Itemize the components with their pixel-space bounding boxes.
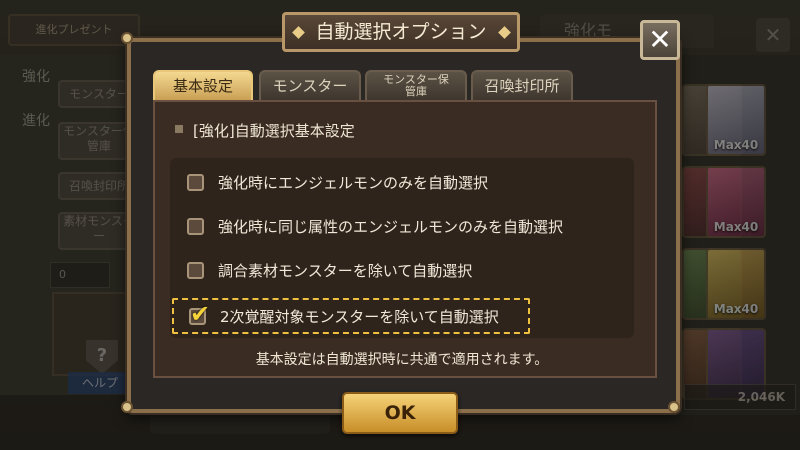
option-exclude-fusion-material[interactable]: 調合素材モンスターを除いて自動選択: [183, 253, 472, 287]
bullet-icon: [175, 125, 183, 133]
option-exclude-second-awakening[interactable]: ✔ 2次覚醒対象モンスターを除いて自動選択: [172, 298, 530, 334]
tab-label: モンスター保管庫: [383, 73, 449, 98]
option-label: 強化時に同じ属性のエンジェルモンのみを自動選択: [218, 217, 564, 236]
tab-summon-seal[interactable]: 召喚封印所: [471, 70, 573, 100]
option-label: 2次覚醒対象モンスターを除いて自動選択: [220, 307, 499, 326]
tab-monster[interactable]: モンスター: [259, 70, 361, 100]
tab-label: 基本設定: [172, 77, 233, 95]
corner-ornament: [121, 32, 133, 44]
checkbox[interactable]: [187, 173, 204, 191]
checkbox[interactable]: [187, 217, 204, 235]
dialog-title: 自動選択オプション: [282, 12, 520, 52]
tab-basic-settings[interactable]: 基本設定: [153, 70, 253, 100]
corner-ornament: [121, 401, 133, 413]
close-button[interactable]: ✕: [640, 20, 680, 60]
footnote: 基本設定は自動選択時に共通で適用されます。: [255, 352, 549, 368]
tab-label: モンスター: [272, 77, 348, 95]
tab-monster-storage[interactable]: モンスター保管庫: [365, 70, 467, 100]
checkbox-checked[interactable]: ✔: [189, 302, 210, 326]
checkmark-icon: ✔: [190, 299, 211, 328]
section-header: [強化]自動選択基本設定: [193, 122, 355, 140]
tab-label: 召喚封印所: [484, 77, 560, 95]
option-label: 強化時にエンジェルモンのみを自動選択: [218, 173, 489, 192]
option-label: 調合素材モンスターを除いて自動選択: [218, 261, 473, 280]
ok-button[interactable]: OK: [342, 392, 458, 434]
corner-ornament: [668, 401, 680, 413]
option-same-attribute-angelmon[interactable]: 強化時に同じ属性のエンジェルモンのみを自動選択: [183, 209, 563, 243]
option-angelmon-only[interactable]: 強化時にエンジェルモンのみを自動選択: [183, 165, 488, 199]
checkbox[interactable]: [187, 261, 204, 279]
